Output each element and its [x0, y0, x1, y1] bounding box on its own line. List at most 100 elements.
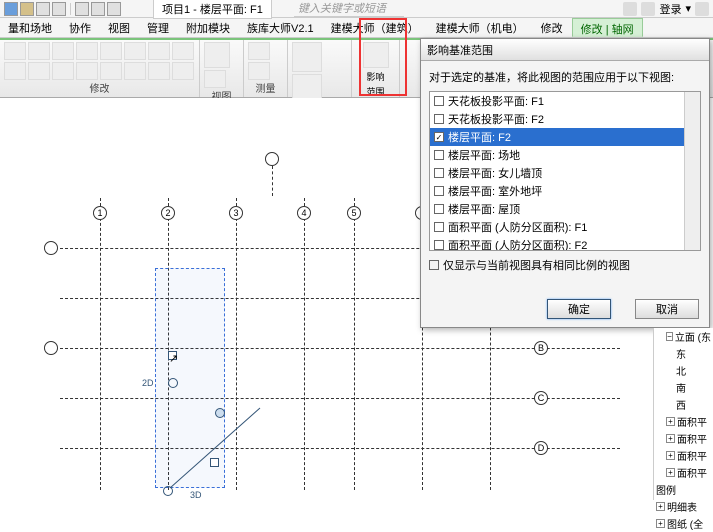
- browser-node[interactable]: +面积平: [654, 430, 713, 447]
- grid-handle-icon[interactable]: ↗: [168, 351, 177, 360]
- qat-icon[interactable]: [107, 2, 121, 16]
- checkbox-icon[interactable]: [434, 114, 444, 124]
- browser-node[interactable]: +面积平: [654, 447, 713, 464]
- ribbon-tab[interactable]: 建模大师（机电）: [428, 18, 533, 37]
- checkbox-icon[interactable]: [434, 168, 444, 178]
- grid-bubble[interactable]: 3: [229, 206, 243, 220]
- grid-bubble[interactable]: B: [534, 341, 548, 355]
- project-browser[interactable]: −立面 (东 东 北 南 西 +面积平 +面积平 +面积平 +面积平 图例 +明…: [653, 328, 713, 500]
- qat-icon[interactable]: [75, 2, 89, 16]
- checkbox-icon[interactable]: [434, 96, 444, 106]
- ok-button[interactable]: 确定: [547, 299, 611, 319]
- tool-icon[interactable]: [204, 42, 230, 68]
- save-icon[interactable]: [20, 2, 34, 16]
- ribbon-tab[interactable]: 附加模块: [178, 18, 239, 37]
- tool-icon[interactable]: [76, 62, 98, 80]
- checkbox-icon[interactable]: ✓: [434, 132, 444, 142]
- cancel-button[interactable]: 取消: [635, 299, 699, 319]
- propagate-extents-icon[interactable]: [363, 42, 389, 68]
- grid-bubble[interactable]: [265, 152, 279, 166]
- grid-bubble[interactable]: C: [534, 391, 548, 405]
- expand-icon[interactable]: +: [666, 451, 675, 460]
- undo-icon[interactable]: [36, 2, 50, 16]
- list-item[interactable]: 楼层平面: 屋顶: [430, 200, 700, 218]
- grid-bubble[interactable]: [44, 241, 58, 255]
- browser-leaf[interactable]: 北: [654, 362, 713, 379]
- checkbox-icon[interactable]: [429, 260, 439, 270]
- tool-icon[interactable]: [172, 42, 194, 60]
- ribbon-tab[interactable]: 修改: [533, 18, 572, 37]
- grid-end-circle[interactable]: [215, 408, 225, 418]
- tool-icon[interactable]: [148, 62, 170, 80]
- browser-leaf[interactable]: 南: [654, 379, 713, 396]
- expand-icon[interactable]: +: [666, 417, 675, 426]
- tool-icon[interactable]: [248, 42, 270, 60]
- browser-node[interactable]: 图例: [654, 481, 713, 498]
- browser-node[interactable]: −立面 (东: [654, 328, 713, 345]
- tool-icon[interactable]: [292, 42, 322, 72]
- views-list[interactable]: 天花板投影平面: F1 天花板投影平面: F2 ✓楼层平面: F2 楼层平面: …: [429, 91, 701, 251]
- ribbon-tab[interactable]: 管理: [139, 18, 178, 37]
- tool-icon[interactable]: [148, 42, 170, 60]
- tool-icon[interactable]: [172, 62, 194, 80]
- grid-bubble[interactable]: 2: [161, 206, 175, 220]
- list-item-selected[interactable]: ✓楼层平面: F2: [430, 128, 700, 146]
- search-input[interactable]: 键入关键字或短语: [294, 0, 404, 17]
- redo-icon[interactable]: [52, 2, 66, 16]
- tool-icon[interactable]: [4, 42, 26, 60]
- collapse-icon[interactable]: −: [666, 332, 673, 341]
- browser-leaf[interactable]: 东: [654, 345, 713, 362]
- list-item[interactable]: 面积平面 (人防分区面积): F2: [430, 236, 700, 251]
- browser-node[interactable]: +图纸 (全: [654, 515, 713, 532]
- dropdown-icon[interactable]: ▾: [685, 2, 691, 15]
- ribbon-tab[interactable]: 建模大师（建筑）: [323, 18, 428, 37]
- browser-leaf[interactable]: 西: [654, 396, 713, 413]
- info-icon[interactable]: [623, 2, 637, 16]
- tool-icon[interactable]: [28, 62, 50, 80]
- tool-icon[interactable]: [76, 42, 98, 60]
- grid-bubble[interactable]: 5: [347, 206, 361, 220]
- tool-icon[interactable]: [204, 70, 226, 88]
- grid-handle-icon[interactable]: [210, 458, 219, 467]
- checkbox-icon[interactable]: [434, 186, 444, 196]
- list-item[interactable]: 楼层平面: 室外地坪: [430, 182, 700, 200]
- tool-icon[interactable]: [4, 62, 26, 80]
- checkbox-icon[interactable]: [434, 222, 444, 232]
- grid-end-circle[interactable]: [168, 378, 178, 388]
- user-icon[interactable]: [641, 2, 655, 16]
- grid-end-circle[interactable]: [163, 486, 173, 496]
- checkbox-icon[interactable]: [434, 150, 444, 160]
- checkbox-icon[interactable]: [434, 240, 444, 250]
- list-item[interactable]: 天花板投影平面: F1: [430, 92, 700, 110]
- grid-bubble[interactable]: 4: [297, 206, 311, 220]
- ribbon-tab-active[interactable]: 修改 | 轴网: [572, 18, 643, 37]
- tool-icon[interactable]: [248, 62, 270, 80]
- ribbon-tab[interactable]: 协作: [61, 18, 100, 37]
- tool-icon[interactable]: [100, 62, 122, 80]
- tool-icon[interactable]: [28, 42, 50, 60]
- grid-bubble[interactable]: D: [534, 441, 548, 455]
- expand-icon[interactable]: +: [656, 519, 665, 528]
- list-item[interactable]: 面积平面 (人防分区面积): F1: [430, 218, 700, 236]
- tool-icon[interactable]: [100, 42, 122, 60]
- tool-icon[interactable]: [124, 62, 146, 80]
- ribbon-tab[interactable]: 族库大师V2.1: [239, 18, 323, 37]
- tool-icon[interactable]: [52, 42, 74, 60]
- ribbon-tab[interactable]: 视图: [100, 18, 139, 37]
- list-item[interactable]: 楼层平面: 场地: [430, 146, 700, 164]
- login-link[interactable]: 登录: [659, 1, 681, 17]
- tool-icon[interactable]: [124, 42, 146, 60]
- list-item[interactable]: 天花板投影平面: F2: [430, 110, 700, 128]
- expand-icon[interactable]: +: [666, 434, 675, 443]
- expand-icon[interactable]: +: [656, 502, 665, 511]
- scrollbar[interactable]: [684, 92, 700, 250]
- browser-node[interactable]: +面积平: [654, 413, 713, 430]
- grid-bubble[interactable]: [44, 341, 58, 355]
- grid-bubble[interactable]: 1: [93, 206, 107, 220]
- checkbox-icon[interactable]: [434, 204, 444, 214]
- help-icon[interactable]: [695, 2, 709, 16]
- list-item[interactable]: 楼层平面: 女儿墙顶: [430, 164, 700, 182]
- expand-icon[interactable]: +: [666, 468, 675, 477]
- browser-node[interactable]: +明细表: [654, 498, 713, 515]
- app-menu-icon[interactable]: [4, 2, 18, 16]
